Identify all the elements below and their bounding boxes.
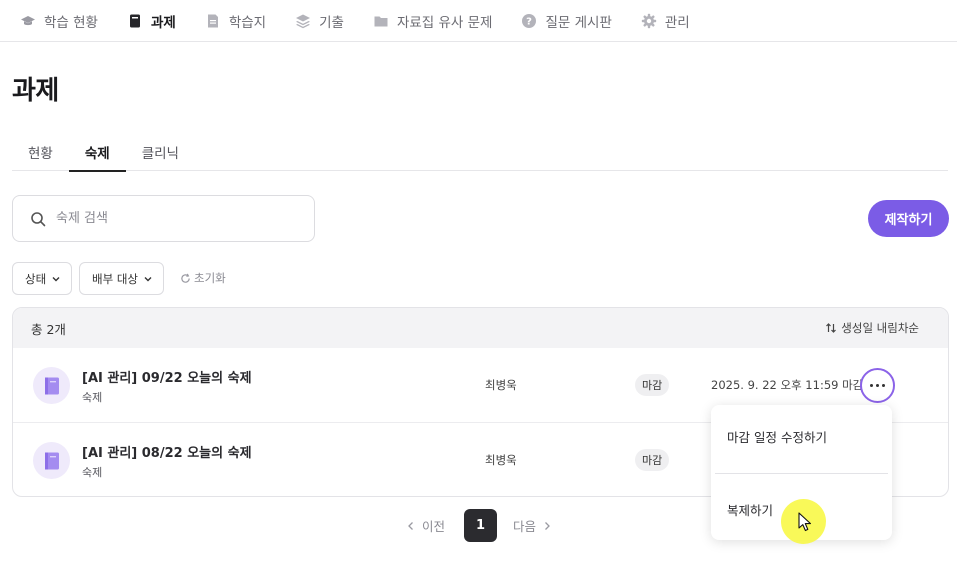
sort-arrows-icon: [826, 323, 837, 333]
more-dot: [876, 384, 879, 387]
sort-label: 생성일 내림차순: [841, 321, 919, 335]
more-options-button[interactable]: [860, 368, 895, 403]
next-page-button[interactable]: 다음: [513, 509, 552, 542]
more-dot: [870, 384, 873, 387]
search-input[interactable]: [56, 211, 286, 226]
nav-item-label: 자료집 유사 문제: [396, 14, 493, 31]
top-navigation: 학습 현황 과제 학습지 기출 자료집 유사 문제 ? 질문 게시판 관리: [0, 0, 957, 42]
mouse-cursor-icon: [798, 512, 812, 532]
gear-icon: [641, 13, 657, 29]
due-date: 2025. 9. 22 오후 11:59 마감: [711, 378, 864, 392]
page-title: 과제: [12, 76, 59, 106]
book-icon: [33, 442, 70, 479]
assignment-author: 최병욱: [485, 378, 517, 392]
chevron-down-icon: [144, 276, 152, 281]
nav-item-collection-similar[interactable]: 자료집 유사 문제: [373, 0, 493, 42]
tab-clinic[interactable]: 클리닉: [126, 133, 195, 171]
tab-bar: 현황 숙제 클리닉: [12, 133, 948, 172]
chevron-right-icon: [545, 521, 550, 530]
reset-filters-button[interactable]: 초기화: [180, 270, 226, 286]
graduation-cap-icon: [20, 13, 36, 29]
prev-page-label: 이전: [422, 519, 446, 534]
create-button[interactable]: 제작하기: [868, 200, 949, 237]
target-filter-label: 배부 대상: [92, 271, 138, 286]
next-page-label: 다음: [513, 519, 537, 534]
status-badge: 마감: [635, 374, 670, 396]
layers-icon: [295, 13, 311, 29]
book-icon: [33, 367, 70, 404]
chevron-down-icon: [52, 276, 60, 281]
sort-button[interactable]: 생성일 내림차순: [825, 320, 919, 336]
document-icon: [127, 13, 143, 29]
nav-item-label: 질문 게시판: [545, 14, 612, 31]
nav-item-label: 기출: [319, 14, 344, 31]
nav-item-learning-status[interactable]: 학습 현황: [20, 0, 98, 42]
tab-homework[interactable]: 숙제: [68, 133, 126, 172]
menu-divider: [715, 473, 888, 474]
total-count: 총 2개: [31, 321, 66, 337]
nav-item-label: 관리: [664, 14, 690, 31]
nav-item-worksheets[interactable]: 학습지: [205, 0, 266, 42]
status-filter-dropdown[interactable]: 상태: [12, 262, 73, 295]
target-filter-dropdown[interactable]: 배부 대상: [79, 262, 164, 295]
more-dot: [882, 384, 885, 387]
prev-page-button[interactable]: 이전: [406, 509, 445, 542]
nav-item-assignments[interactable]: 과제: [127, 0, 176, 42]
nav-item-label: 과제: [150, 14, 176, 31]
assignment-title[interactable]: [AI 관리] 08/22 오늘의 숙제: [82, 442, 252, 461]
nav-item-label: 학습지: [228, 14, 267, 31]
folder-icon: [373, 13, 389, 29]
nav-item-past-exams[interactable]: 기출: [295, 0, 344, 42]
page-number-current[interactable]: 1: [464, 509, 497, 542]
nav-item-label: 학습 현황: [44, 14, 98, 31]
menu-item-edit-deadline[interactable]: 마감 일정 수정하기: [711, 427, 892, 446]
chevron-left-icon: [408, 521, 413, 530]
tab-overview[interactable]: 현황: [12, 133, 69, 171]
question-icon: ?: [521, 13, 537, 29]
refresh-icon: [181, 273, 190, 283]
search-icon: [31, 211, 46, 226]
note-icon: [205, 13, 221, 29]
status-badge: 마감: [635, 449, 670, 471]
svg-text:?: ?: [527, 16, 533, 27]
nav-item-management[interactable]: 관리: [641, 0, 690, 42]
search-box[interactable]: [12, 195, 315, 242]
assignment-author: 최병욱: [485, 453, 517, 467]
assignment-type: 숙제: [82, 391, 103, 404]
nav-item-qna-board[interactable]: ? 질문 게시판: [521, 0, 612, 42]
status-filter-label: 상태: [25, 271, 47, 286]
assignment-type: 숙제: [82, 466, 103, 479]
list-header: 총 2개 생성일 내림차순: [13, 308, 948, 348]
reset-filters-label: 초기화: [194, 271, 226, 285]
assignment-title[interactable]: [AI 관리] 09/22 오늘의 숙제: [82, 367, 252, 386]
